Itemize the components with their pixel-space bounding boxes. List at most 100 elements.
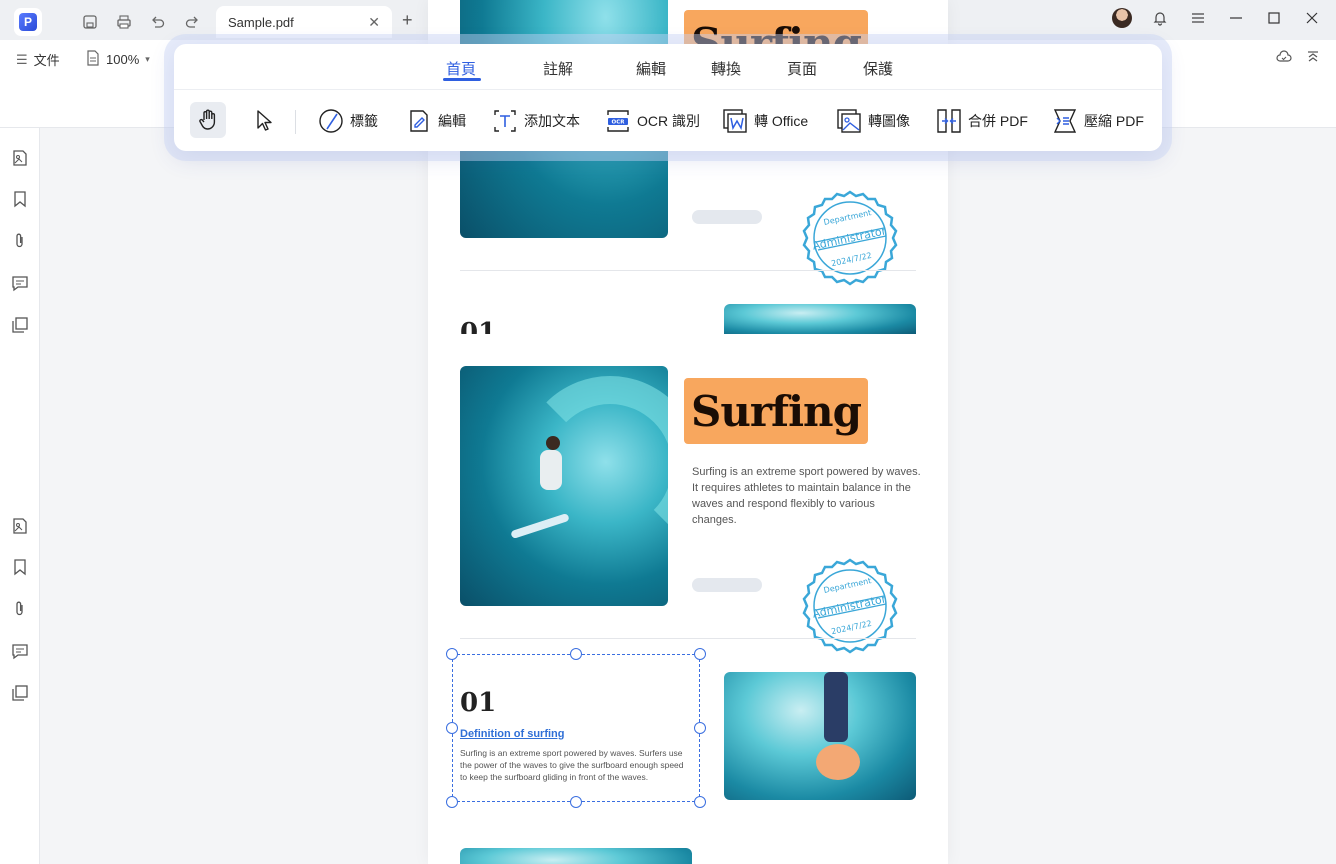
menu-icon: ☰: [16, 51, 28, 67]
resize-handle-mr[interactable]: [694, 722, 706, 734]
add-text-icon: [494, 110, 516, 132]
tab-edit[interactable]: 編輯: [636, 58, 666, 79]
label-tool-label: 標籤: [350, 113, 378, 129]
thumbnail-icon-2[interactable]: [10, 516, 30, 536]
edit-tool-label: 編輯: [438, 113, 466, 129]
stamp-middle-text: Administrator: [811, 224, 888, 252]
placeholder-pill: [692, 578, 762, 592]
svg-text:OCR: OCR: [612, 120, 626, 126]
cloud-icon[interactable]: [1276, 50, 1292, 67]
file-menu-label: 文件: [33, 53, 60, 68]
collapse-ribbon-icon[interactable]: [1306, 50, 1320, 67]
surf-photo-small-top: [724, 304, 916, 334]
divider: [460, 638, 916, 639]
resize-handle-bl[interactable]: [446, 796, 458, 808]
section-number: 01: [460, 688, 497, 718]
comment-icon[interactable]: [10, 273, 30, 293]
file-menu[interactable]: ☰ 文件: [16, 50, 60, 69]
surf-desc-line-3: waves and respond flexibly to various ch…: [692, 498, 875, 526]
tab-convert[interactable]: 轉換: [711, 58, 741, 79]
stamp-middle-text-2: Administrator: [811, 592, 888, 620]
tool-separator: [295, 110, 296, 134]
surfer-body: [540, 450, 562, 490]
compress-pdf-icon: [1053, 109, 1077, 133]
compress-pdf-tool-label: 壓縮 PDF: [1084, 113, 1144, 129]
maximize-icon[interactable]: [1264, 8, 1284, 28]
ocr-tool-button[interactable]: OCR OCR 識別: [605, 104, 700, 138]
resize-handle-br[interactable]: [694, 796, 706, 808]
redo-icon[interactable]: [180, 10, 204, 34]
resize-handle-bm[interactable]: [570, 796, 582, 808]
resize-handle-tl[interactable]: [446, 648, 458, 660]
stamp-top-text-2: Department: [823, 576, 872, 595]
stamp-date-text: 2024/7/22: [830, 251, 872, 268]
hamburger-menu-icon[interactable]: [1188, 8, 1208, 28]
save-icon[interactable]: [78, 10, 102, 34]
app-logo-icon: P: [19, 13, 37, 31]
compress-pdf-tool-button[interactable]: 壓縮 PDF: [1052, 104, 1144, 138]
surf-desc-line-1: Surfing is an extreme sport powered by w…: [692, 466, 921, 478]
toolbar-right: [1276, 50, 1320, 67]
merge-pdf-tool-button[interactable]: 合併 PDF: [936, 104, 1028, 138]
surf-desc-line-2: It requires athletes to maintain balance…: [692, 482, 911, 494]
surfboard-small: [816, 744, 860, 780]
surf-photo-main: [460, 366, 668, 606]
close-window-icon[interactable]: [1302, 8, 1322, 28]
divider-top: [460, 270, 916, 271]
tab-protect[interactable]: 保護: [863, 58, 893, 79]
select-tool-button[interactable]: [246, 102, 282, 138]
close-tab-icon[interactable]: ✕: [368, 14, 380, 31]
minimize-icon[interactable]: [1226, 8, 1246, 28]
add-text-tool-button[interactable]: 添加文本: [492, 104, 580, 138]
to-image-tool-button[interactable]: 轉圖像: [836, 104, 910, 138]
bell-icon[interactable]: [1150, 8, 1170, 28]
ribbon-tabs: 首頁 註解 編輯 轉換 頁面 保護: [174, 44, 1162, 90]
new-tab-icon[interactable]: +: [402, 10, 413, 31]
zoom-value: 100%: [106, 52, 140, 67]
add-text-tool-label: 添加文本: [524, 113, 580, 129]
layers-icon[interactable]: [10, 315, 30, 335]
surfer-head: [546, 436, 560, 450]
edit-tool-button[interactable]: 編輯: [406, 104, 466, 138]
resize-handle-tr[interactable]: [694, 648, 706, 660]
thumbnail-icon[interactable]: [10, 148, 30, 168]
cursor-icon: [257, 110, 272, 131]
tab-home[interactable]: 首頁: [446, 58, 476, 79]
bookmark-icon[interactable]: [10, 189, 30, 209]
bookmark-icon-2[interactable]: [10, 557, 30, 577]
merge-pdf-icon: [937, 109, 961, 133]
attachment-icon-2[interactable]: [10, 599, 30, 619]
surf-photo-bottom: [460, 848, 692, 864]
hand-tool-button[interactable]: [190, 102, 226, 138]
tab-page[interactable]: 頁面: [787, 58, 817, 79]
hand-icon: [199, 109, 216, 130]
definition-text: Surfing is an extreme sport powered by w…: [460, 748, 684, 782]
undo-icon[interactable]: [146, 10, 170, 34]
page-icon: [86, 50, 100, 69]
label-tool-button[interactable]: 標籤: [318, 104, 378, 138]
label-icon: [319, 109, 343, 133]
comment-icon-2[interactable]: [10, 641, 30, 661]
ribbon-panel: 首頁 註解 編輯 轉換 頁面 保護 標籤 編輯 添加文本 OCR OCR 識別: [174, 44, 1162, 151]
to-image-tool-label: 轉圖像: [868, 113, 910, 129]
title-bar-right: [1112, 8, 1322, 28]
to-office-tool-button[interactable]: 轉 Office: [722, 104, 808, 138]
resize-handle-ml[interactable]: [446, 722, 458, 734]
print-icon[interactable]: [112, 10, 136, 34]
layers-icon-2[interactable]: [10, 683, 30, 703]
definition-title: Definition of surfing: [460, 728, 565, 740]
app-logo[interactable]: P: [14, 8, 42, 36]
avatar[interactable]: [1112, 8, 1132, 28]
document-tab-title: Sample.pdf: [228, 14, 294, 30]
resize-handle-tm[interactable]: [570, 648, 582, 660]
document-tab[interactable]: Sample.pdf ✕: [216, 6, 392, 38]
left-sidebar: [0, 128, 40, 864]
attachment-icon[interactable]: [10, 231, 30, 251]
tab-comment[interactable]: 註解: [543, 58, 573, 79]
active-tab-indicator: [443, 78, 481, 81]
placeholder-pill-top: [692, 210, 762, 224]
zoom-control[interactable]: 100% ▾: [86, 50, 150, 69]
stamp-top-text: Department: [823, 208, 872, 227]
admin-stamp: Department Administrator 2024/7/22: [802, 558, 898, 654]
merge-pdf-tool-label: 合併 PDF: [968, 113, 1028, 129]
